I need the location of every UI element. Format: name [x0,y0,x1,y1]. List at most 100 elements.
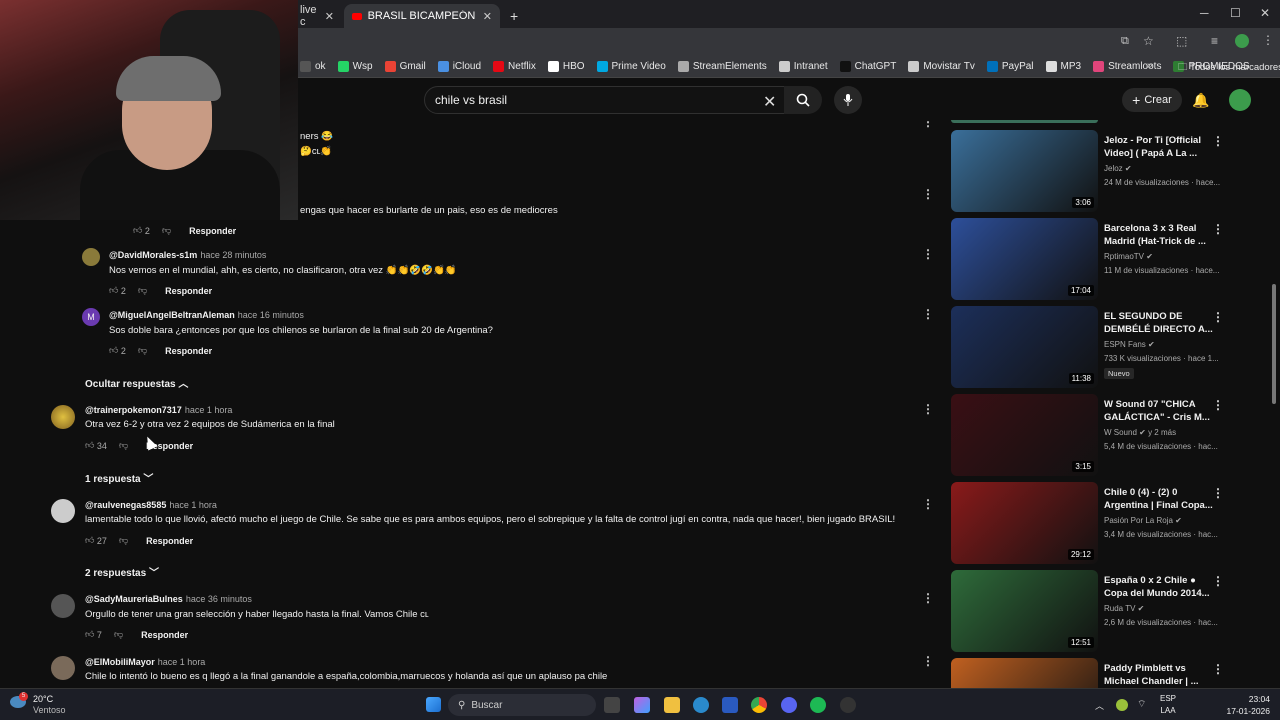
video-thumbnail[interactable]: 12:51 [951,570,1098,652]
comment-author[interactable]: @SadyMaureriaBulnes [85,594,183,604]
app-icon[interactable] [840,697,856,713]
comment-menu-icon[interactable]: ⋮ [922,307,934,321]
profile-icon[interactable] [1235,34,1249,48]
bookmark-item[interactable]: Intranet [778,61,828,72]
taskbar-search[interactable]: ⚲ Buscar [448,694,596,716]
channel-name[interactable]: ESPN Fans ✔ [1104,340,1155,349]
dislike-icon[interactable]: 👎︎ [119,535,128,546]
notifications-bell-icon[interactable]: 🔔 [1192,92,1209,109]
comment-menu-icon[interactable]: ⋮ [922,247,934,261]
comment-author[interactable]: @raulvenegas8585 [85,500,166,510]
video-menu-icon[interactable]: ⋮ [1212,486,1224,500]
bookmark-item[interactable]: ChatGPT [839,61,896,72]
video-title[interactable]: Paddy Pimblett vs Michael Chandler | ... [1104,662,1214,688]
recommended-video[interactable]: Paddy Pimblett vs Michael Chandler | ...… [950,658,1280,688]
comment-menu-icon[interactable]: ⋮ [922,187,934,201]
show-replies-toggle[interactable]: 2 respuestas ﹀ [85,564,159,579]
video-thumbnail[interactable] [951,658,1098,688]
reply-button[interactable]: Responder [189,226,236,236]
like-icon[interactable]: 👍︎ [133,225,142,236]
video-thumbnail[interactable]: 29:12 [951,482,1098,564]
recommended-video[interactable]: 12:51 España 0 x 2 Chile ● Copa del Mundo… [950,570,1280,654]
channel-name[interactable]: Jeloz ✔ [1104,164,1132,173]
comment-author[interactable]: @trainerpokemon7317 [85,405,182,415]
avatar[interactable] [51,405,75,429]
comment-menu-icon[interactable]: ⋮ [922,497,934,511]
comment-author[interactable]: @MiguelAngelBeltranAleman [109,310,235,320]
bookmark-item[interactable]: iCloud [437,61,481,72]
dislike-icon[interactable]: 👎︎ [119,440,128,451]
comment-menu-icon[interactable]: ⋮ [922,120,934,129]
bookmark-item[interactable]: MP3 [1045,61,1081,72]
bookmark-item[interactable]: Wsp [337,61,373,72]
avatar[interactable]: M [82,308,100,326]
all-bookmarks[interactable]: 🗀 Todos los marcadores [1178,60,1280,76]
edge-icon[interactable] [693,697,709,713]
cast-icon[interactable]: ⧉ [1121,35,1129,48]
avatar[interactable] [82,248,100,266]
dislike-icon[interactable]: 👎︎ [138,285,147,296]
video-title[interactable]: Barcelona 3 x 3 Real Madrid (Hat-Trick d… [1104,222,1214,248]
close-icon[interactable]: ✕ [325,10,334,23]
avatar[interactable] [51,594,75,618]
recommended-video[interactable]: 3:06 Jeloz - Por Ti [Official Video] ( Pa… [950,130,1280,214]
spotify-icon[interactable] [810,697,826,713]
channel-name[interactable]: W Sound ✔ y 2 más [1104,428,1176,437]
video-thumbnail[interactable]: 3:06 [951,130,1098,212]
video-title[interactable]: Jeloz - Por Ti [Official Video] ( Papá A… [1104,134,1214,160]
menu-icon[interactable]: ⋮ [1262,33,1274,47]
avatar[interactable] [51,499,75,523]
minimize-icon[interactable]: ─ [1200,6,1209,20]
tray-chevron-icon[interactable]: ︿ [1095,699,1104,712]
comment-time[interactable]: hace 1 hora [185,405,233,415]
comment-time[interactable]: hace 36 minutos [186,594,252,604]
chrome-icon[interactable] [751,697,767,713]
channel-name[interactable]: RptimaoTV ✔ [1104,252,1153,261]
reply-button[interactable]: Responder [141,630,188,640]
comment-time[interactable]: hace 1 hora [169,500,217,510]
store-icon[interactable] [722,697,738,713]
tray-app-icon[interactable] [1116,699,1128,711]
dislike-icon[interactable]: 👎︎ [138,345,147,356]
clear-search-icon[interactable]: ✕ [763,92,776,112]
channel-name[interactable]: Pasión Por La Roja ✔ [1104,516,1182,525]
account-avatar[interactable] [1229,89,1251,111]
video-menu-icon[interactable]: ⋮ [1212,134,1224,148]
wifi-icon[interactable]: ⌔ [1137,698,1146,711]
comment-menu-icon[interactable]: ⋮ [922,654,934,668]
comment-time[interactable]: hace 1 hora [158,657,206,667]
video-title[interactable]: W Sound 07 "CHICA GALÁCTICA" - Cris M... [1104,398,1214,424]
video-thumbnail-partial[interactable] [951,120,1098,123]
dislike-icon[interactable]: 👎︎ [162,225,171,236]
close-icon[interactable]: ✕ [483,10,492,23]
maximize-icon[interactable]: ☐ [1230,6,1241,20]
recommended-video[interactable]: 29:12 Chile 0 (4) - (2) 0 Argentina | Fin… [950,482,1280,566]
video-thumbnail[interactable]: 17:04 [951,218,1098,300]
discord-icon[interactable] [781,697,797,713]
bookmark-item[interactable]: Gmail [384,61,426,72]
language-indicator[interactable]: ESP LAA [1160,693,1176,717]
comment-time[interactable]: hace 28 minutos [200,250,266,260]
extensions-icon[interactable]: ⬚ [1176,34,1187,48]
bookmark-item[interactable]: StreamElements [677,61,767,72]
tab-active[interactable]: BRASIL BICAMPEÓN DE LA KIN ✕ [344,4,500,28]
video-menu-icon[interactable]: ⋮ [1212,310,1224,324]
video-title[interactable]: Chile 0 (4) - (2) 0 Argentina | Final Co… [1104,486,1214,512]
file-explorer-icon[interactable] [664,697,680,713]
video-thumbnail[interactable]: 3:15 [951,394,1098,476]
windows-start-icon[interactable] [426,697,441,712]
recommended-video[interactable]: 11:38 EL SEGUNDO DE DEMBÉLÉ DIRECTO A... E… [950,306,1280,390]
like-icon[interactable]: 👍︎ [85,440,94,451]
voice-search-button[interactable] [834,86,862,114]
dislike-icon[interactable]: 👎︎ [114,629,123,640]
like-icon[interactable]: 👍︎ [109,345,118,356]
channel-name[interactable]: Ruda TV ✔ [1104,604,1144,613]
comment-menu-icon[interactable]: ⋮ [922,402,934,416]
comment-menu-icon[interactable]: ⋮ [922,591,934,605]
bookmark-item[interactable]: Netflix [493,61,536,72]
avatar[interactable] [51,656,75,680]
clock[interactable]: 23:04 17-01-2026 [1222,693,1270,717]
video-menu-icon[interactable]: ⋮ [1212,398,1224,412]
like-icon[interactable]: 👍︎ [109,285,118,296]
video-menu-icon[interactable]: ⋮ [1212,222,1224,236]
